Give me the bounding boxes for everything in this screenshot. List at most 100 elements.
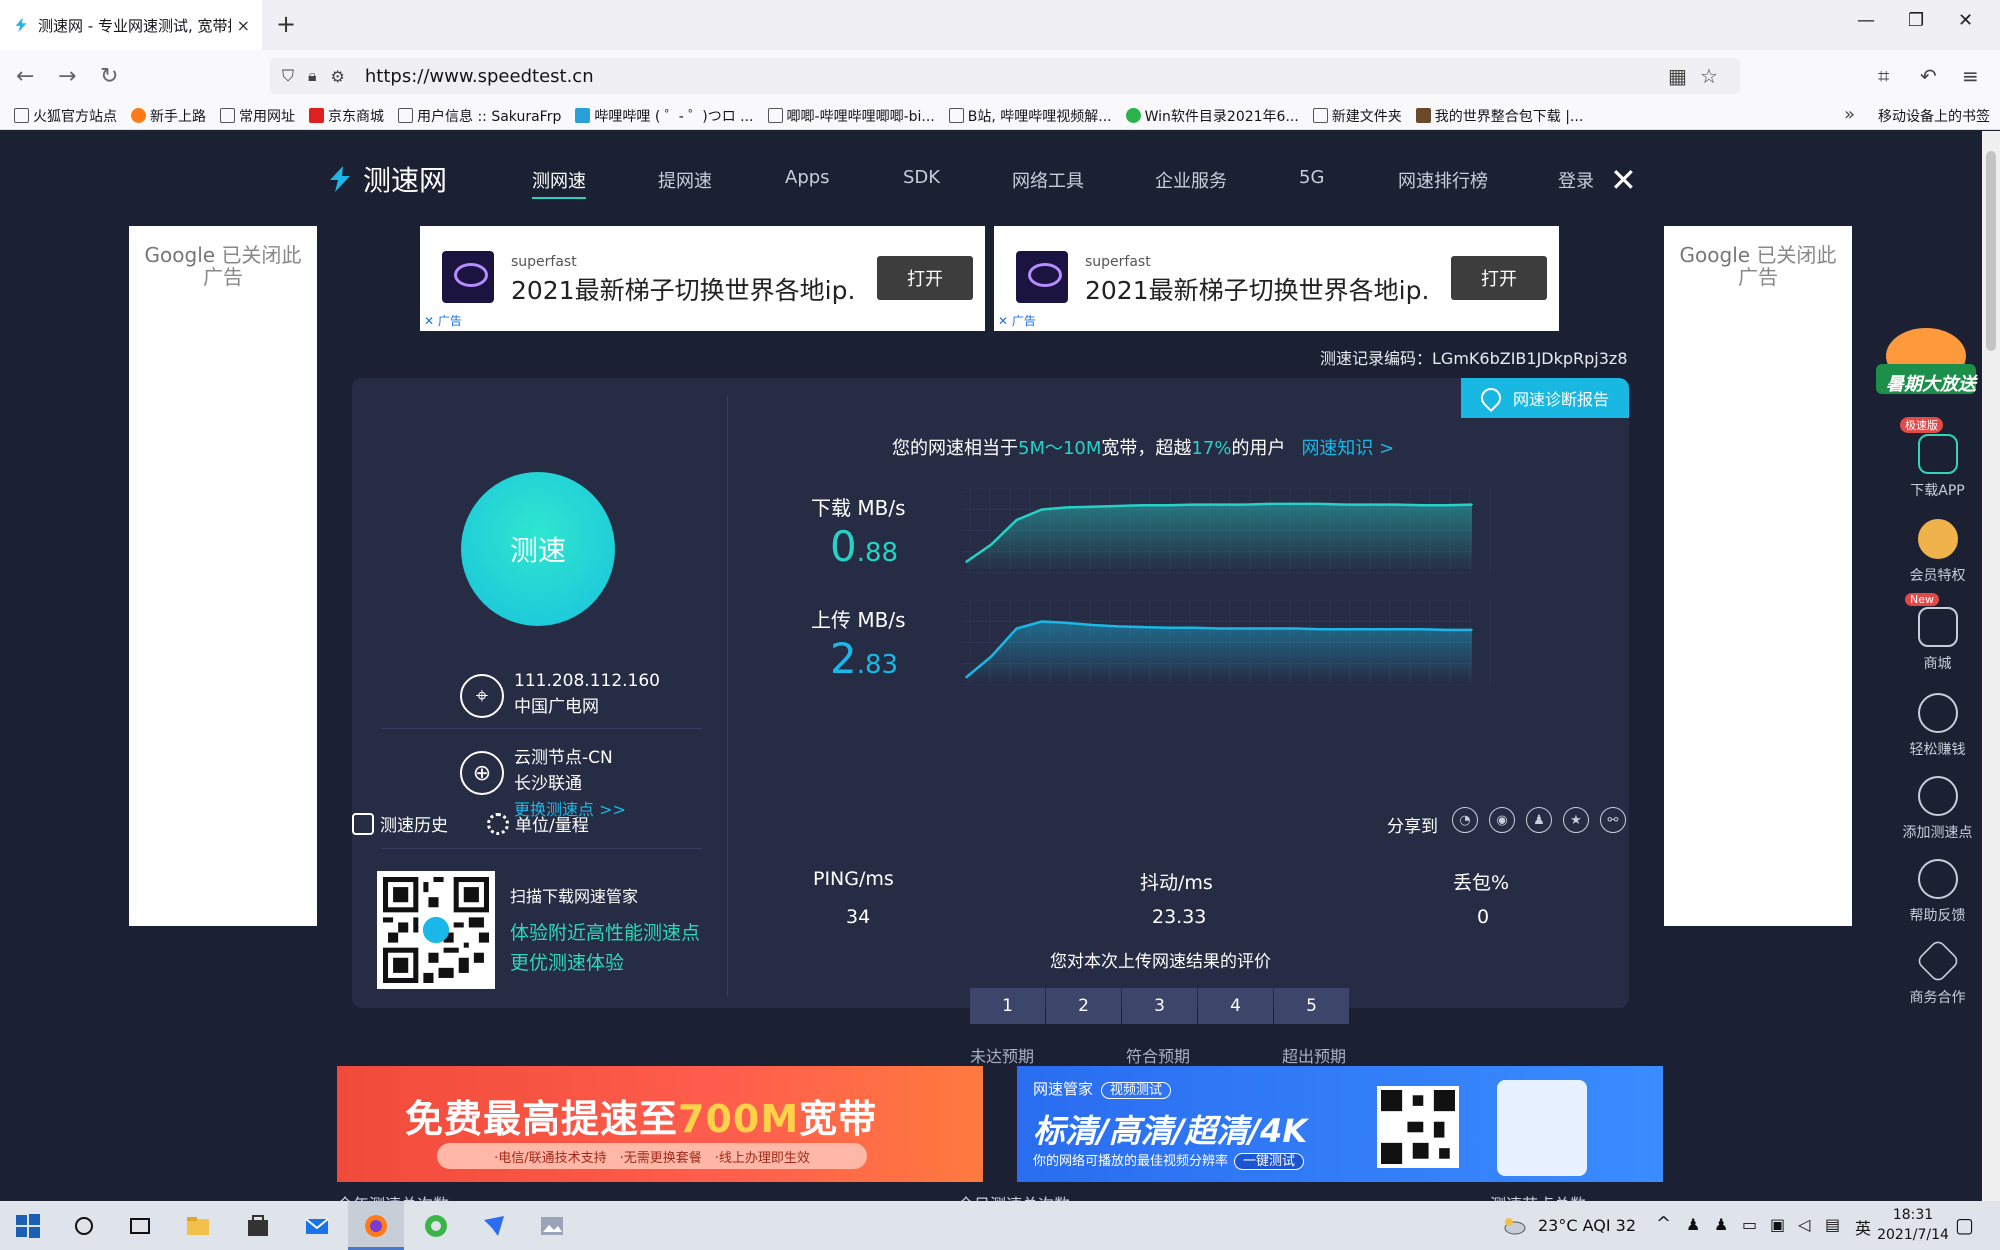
weibo-icon[interactable]: ◉	[1489, 807, 1515, 833]
mobile-bookmarks[interactable]: 移动设备上的书签	[1878, 106, 1990, 126]
history-button[interactable]: 测速历史	[352, 811, 448, 836]
bookmark-item[interactable]: 唧唧-哔哩哔哩唧唧-bi...	[767, 106, 935, 126]
permissions-icon[interactable]: ⚙	[331, 67, 345, 86]
menu-enterprise[interactable]: 企业服务	[1155, 167, 1227, 193]
qr-code-icon[interactable]: ▦	[1668, 64, 1687, 88]
qzone-icon[interactable]: ★	[1563, 807, 1589, 833]
bookmarks-overflow-icon[interactable]: »	[1844, 104, 1855, 125]
feishu-icon[interactable]	[480, 1212, 508, 1240]
sidebar-add-node[interactable]: 添加测速点	[1895, 776, 1980, 842]
rating-option-3[interactable]: 3	[1122, 988, 1197, 1024]
bookmark-item[interactable]: 新手上路	[131, 106, 206, 126]
sidebar-help-feedback[interactable]: 帮助反馈	[1895, 859, 1980, 925]
file-explorer-icon[interactable]	[184, 1212, 212, 1240]
login-link[interactable]: 登录	[1558, 167, 1594, 193]
menu-5g[interactable]: 5G	[1299, 167, 1324, 188]
weather-text[interactable]: 23°C AQI 32	[1538, 1216, 1636, 1235]
speed-knowledge-link[interactable]: 网速知识 >	[1301, 438, 1394, 459]
browser-tab-active[interactable]: 测速网 - 专业网速测试, 宽带提速 ×	[0, 0, 262, 50]
forward-icon[interactable]: →	[58, 64, 76, 89]
ad-open-button[interactable]: 打开	[1451, 256, 1547, 300]
wechat-icon[interactable]: ◔	[1452, 807, 1478, 833]
clock-time[interactable]: 18:31	[1873, 1207, 1953, 1223]
site-logo[interactable]: 测速网	[325, 159, 447, 199]
url-text[interactable]: https://www.speedtest.cn	[365, 66, 594, 87]
bookmark-item[interactable]: 京东商城	[309, 106, 384, 126]
sidebar-store[interactable]: 商城	[1895, 607, 1980, 673]
scrollbar-thumb[interactable]	[1986, 151, 1996, 351]
ad-open-button[interactable]: 打开	[877, 256, 973, 300]
rating-option-5[interactable]: 5	[1274, 988, 1349, 1024]
rating-option-2[interactable]: 2	[1046, 988, 1121, 1024]
address-bar[interactable]: ⛉ 🔒︎ ⚙ https://www.speedtest.cn	[270, 58, 1740, 94]
task-view-icon[interactable]	[126, 1212, 154, 1240]
restore-icon[interactable]: ❐	[1908, 10, 1924, 31]
sidebar-membership[interactable]: 会员特权	[1895, 519, 1980, 585]
ad-close-tag[interactable]: ✕ 广告	[424, 312, 462, 329]
volume-icon[interactable]: ◁	[1798, 1215, 1810, 1234]
keyboard-icon[interactable]: ▤	[1825, 1215, 1840, 1234]
download-value: 0.88	[830, 522, 899, 571]
back-icon[interactable]: ←	[16, 64, 34, 89]
sidebar-download-app[interactable]: 下载APP	[1895, 434, 1980, 500]
bookmark-item[interactable]: B站, 哔哩哔哩视频解...	[948, 106, 1112, 126]
crop-icon[interactable]: ⌗	[1878, 64, 1889, 88]
summer-promo-badge[interactable]: 暑期大放送	[1870, 316, 1982, 411]
windows-start-icon[interactable]	[14, 1212, 42, 1240]
new-tab-button[interactable]: +	[276, 10, 296, 38]
menu-test-speed[interactable]: 测网速	[532, 167, 586, 199]
start-test-button[interactable]: 测速	[461, 472, 615, 626]
data-point	[1370, 628, 1372, 630]
battery-icon[interactable]: ▭	[1742, 1215, 1757, 1234]
video-test-ad-banner[interactable]: 网速管家 视频测试 标清/高清/超清/4K 你的网络可播放的最佳视频分辨率 一键测试	[1017, 1066, 1663, 1182]
bookmark-item[interactable]: 哔哩哔哩 ( ゜- ゜)つロ ...	[575, 106, 754, 126]
menu-apps[interactable]: Apps	[785, 167, 830, 188]
units-button[interactable]: 单位/量程	[487, 811, 589, 836]
ie-icon[interactable]	[422, 1212, 450, 1240]
top-ad-1[interactable]: superfast 2021最新梯子切换世界各地ip. 打开 ✕ 广告	[420, 226, 985, 331]
menu-sdk[interactable]: SDK	[903, 167, 940, 188]
window-close-icon[interactable]: ✕	[1958, 10, 1973, 31]
top-ad-2[interactable]: superfast 2021最新梯子切换世界各地ip. 打开 ✕ 广告	[994, 226, 1559, 331]
image-viewer-icon[interactable]	[538, 1212, 566, 1240]
diagnosis-report-button[interactable]: 网速诊断报告	[1461, 378, 1629, 418]
page-scrollbar[interactable]	[1982, 131, 2000, 1201]
bookmark-item[interactable]: 常用网址	[220, 106, 295, 126]
bookmark-star-icon[interactable]: ☆	[1700, 64, 1718, 88]
sidebar-business[interactable]: 商务合作	[1895, 938, 1980, 1007]
shield-icon[interactable]: ⛉	[282, 66, 294, 86]
search-icon[interactable]	[70, 1212, 98, 1240]
bookmark-item[interactable]: 我的世界整合包下载 |...	[1415, 106, 1583, 126]
menu-boost-speed[interactable]: 提网速	[658, 167, 712, 193]
tab-close-icon[interactable]: ×	[237, 16, 250, 35]
network-icon[interactable]: ▣	[1770, 1215, 1785, 1234]
reload-icon[interactable]: ↻	[100, 64, 118, 89]
sidebar-earn-money[interactable]: 轻松赚钱	[1895, 693, 1980, 759]
menu-icon[interactable]: ≡	[1962, 64, 1979, 88]
bookmark-item[interactable]: 火狐官方站点	[14, 106, 117, 126]
store-icon[interactable]	[244, 1212, 272, 1240]
menu-ranking[interactable]: 网速排行榜	[1398, 167, 1488, 193]
qq-icon[interactable]: ♟	[1526, 807, 1552, 833]
link-icon[interactable]: ⚯	[1600, 807, 1626, 833]
mail-icon[interactable]	[303, 1212, 331, 1240]
firefox-icon[interactable]	[362, 1212, 390, 1240]
tray-app-icon[interactable]: ♟	[1686, 1215, 1700, 1234]
lock-icon[interactable]: 🔒︎	[308, 66, 317, 86]
tray-qq-icon[interactable]: ♟	[1714, 1215, 1728, 1234]
minimize-icon[interactable]: —	[1857, 10, 1875, 31]
bookmark-item[interactable]: 新建文件夹	[1312, 106, 1402, 126]
weather-cloud-icon[interactable]	[1500, 1212, 1528, 1240]
broadband-ad-banner[interactable]: 免费最高提速至700M宽带 ·电信/联通技术支持 ·无需更换套餐 ·线上办理即生…	[337, 1066, 983, 1182]
menu-network-tools[interactable]: 网络工具	[1012, 167, 1084, 193]
notification-icon[interactable]: ▢	[1955, 1213, 1974, 1237]
rating-option-1[interactable]: 1	[970, 988, 1045, 1024]
ad-close-tag[interactable]: ✕ 广告	[998, 312, 1036, 329]
undo-icon[interactable]: ↶	[1920, 64, 1937, 88]
tray-expand-icon[interactable]: ^	[1656, 1213, 1671, 1234]
close-icon[interactable]: ✕	[1610, 161, 1637, 199]
bookmark-item[interactable]: Win软件目录2021年6...	[1125, 106, 1299, 126]
bookmark-item[interactable]: 用户信息 :: SakuraFrp	[398, 106, 561, 126]
data-point	[1471, 503, 1473, 506]
rating-option-4[interactable]: 4	[1198, 988, 1273, 1024]
